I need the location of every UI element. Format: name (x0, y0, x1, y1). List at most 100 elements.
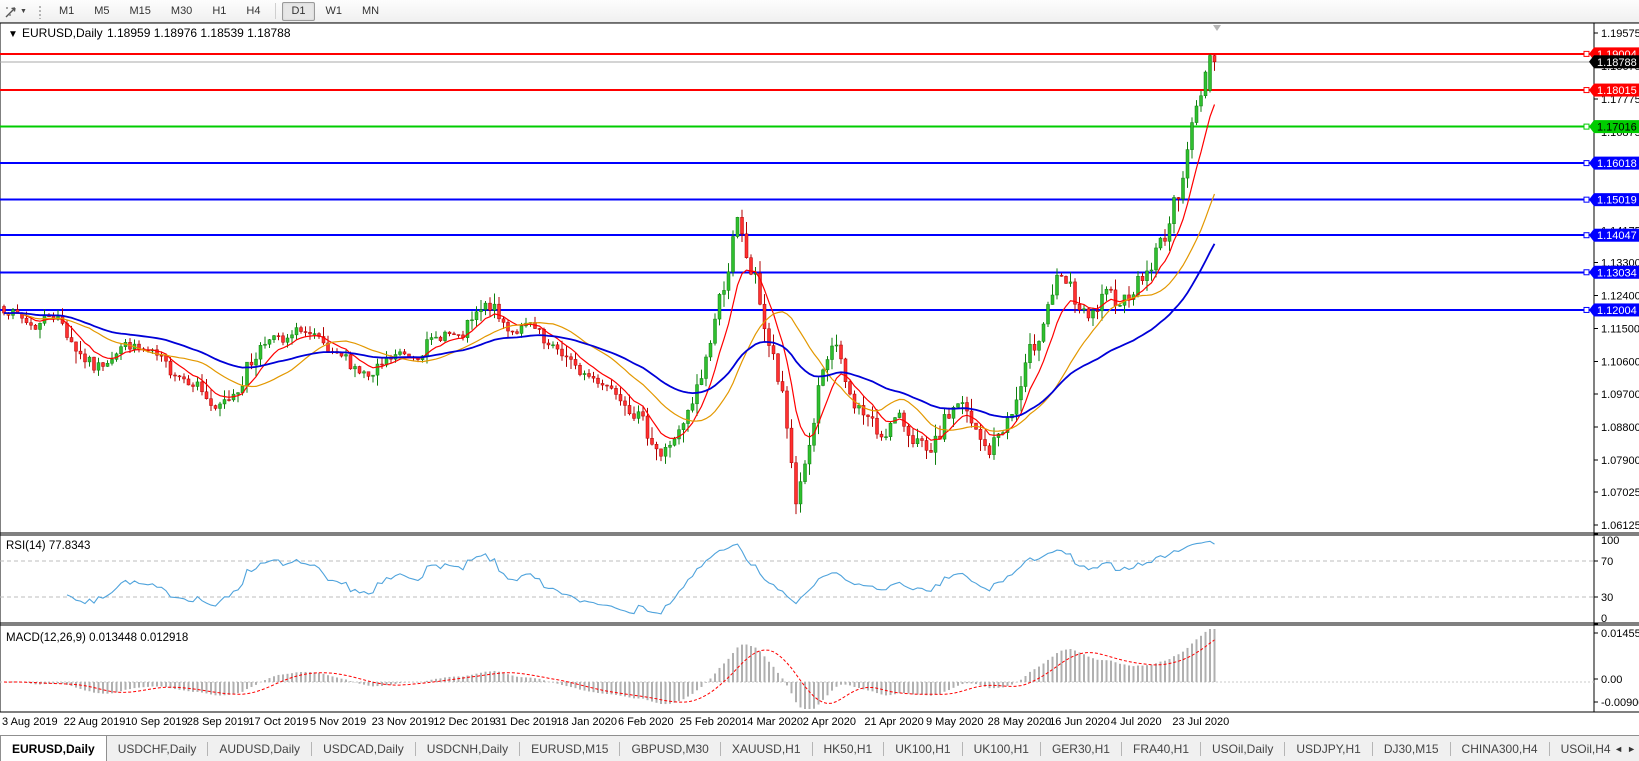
time-axis[interactable]: 3 Aug 201922 Aug 201910 Sep 201928 Sep 2… (0, 713, 1639, 734)
candle (237, 392, 240, 402)
chart-tab-ger30-h1[interactable]: GER30,H1 (1041, 736, 1121, 761)
candle (556, 342, 559, 355)
candle (300, 326, 303, 334)
level-price-tag[interactable]: 1.16018 (1589, 157, 1639, 171)
chart-tab-xauusd-h1[interactable]: XAUUSD,H1 (721, 736, 812, 761)
candle (592, 372, 595, 383)
chart-tab-usdchf-daily[interactable]: USDCHF,Daily (107, 736, 208, 761)
level-handle[interactable] (1584, 233, 1589, 238)
chart-tab-uk100-h1[interactable]: UK100,H1 (884, 736, 961, 761)
price-tags: 1.190041.180151.170161.160181.150191.140… (1589, 47, 1639, 317)
level-price-tag[interactable]: 1.17016 (1589, 120, 1639, 134)
level-handle[interactable] (1584, 197, 1589, 202)
chart-tab-usdjpy-h1[interactable]: USDJPY,H1 (1285, 736, 1371, 761)
date-label: 21 Apr 2020 (864, 716, 923, 728)
chart-tab-uk100-h1[interactable]: UK100,H1 (963, 736, 1040, 761)
chart-tab-gbpusd-m30[interactable]: GBPUSD,M30 (620, 736, 719, 761)
candle (1074, 278, 1077, 313)
chart-tab-china300-h4[interactable]: CHINA300,H4 (1451, 736, 1549, 761)
tabs-scroll-left-icon[interactable]: ◄ (1614, 744, 1623, 754)
candle (1114, 279, 1117, 314)
chart-tab-usdcnh-daily[interactable]: USDCNH,Daily (416, 736, 519, 761)
chart-tab-eurusd-daily[interactable]: EURUSD,Daily (0, 735, 107, 761)
candle (210, 389, 213, 411)
candle (88, 356, 91, 367)
level-handle[interactable] (1584, 88, 1589, 93)
level-handle[interactable] (1584, 124, 1589, 129)
candle (1047, 302, 1050, 327)
candle (502, 316, 505, 329)
chart-tab-usoil-daily[interactable]: USOil,Daily (1201, 736, 1284, 761)
candle (759, 261, 762, 305)
level-price-tag[interactable]: 1.13034 (1589, 266, 1639, 280)
candle (925, 436, 928, 459)
level-price-tag[interactable]: 1.12004 (1589, 303, 1639, 317)
chart-tab-eurusd-m15[interactable]: EURUSD,M15 (520, 736, 619, 761)
candle (1038, 340, 1041, 361)
candle (79, 341, 82, 359)
date-label: 23 Nov 2019 (372, 716, 434, 728)
level-price-tag[interactable]: 1.18015 (1589, 84, 1639, 98)
candle (885, 429, 888, 441)
candle (102, 362, 105, 371)
chart-shift-marker-icon[interactable] (1213, 25, 1221, 31)
candle (457, 335, 460, 338)
rsi-tick-label: 100 (1601, 535, 1619, 547)
level-handle[interactable] (1584, 161, 1589, 166)
candle (1213, 55, 1216, 71)
collapse-chart-icon[interactable]: ▼ (8, 29, 18, 40)
candle (583, 371, 586, 381)
horizontal-level-lines[interactable] (0, 51, 1594, 312)
candle (741, 210, 744, 242)
candle (615, 385, 618, 399)
candle (295, 323, 298, 340)
candle (196, 377, 199, 391)
candle (984, 430, 987, 450)
candle (372, 375, 375, 382)
candle (106, 360, 109, 367)
level-handle[interactable] (1584, 270, 1589, 275)
candle (75, 341, 78, 363)
chart-tab-dj30-m15[interactable]: DJ30,M15 (1373, 736, 1450, 761)
chart-tab-fra40-h1[interactable]: FRA40,H1 (1122, 736, 1200, 761)
candle (268, 339, 271, 348)
candle (1060, 273, 1063, 277)
level-handle[interactable] (1584, 307, 1589, 312)
candle (498, 297, 501, 322)
level-price-tag[interactable]: 1.15019 (1589, 193, 1639, 207)
current-price-tag[interactable]: 1.18788 (1589, 55, 1639, 68)
date-label: 28 May 2020 (988, 716, 1052, 728)
candle (700, 370, 703, 385)
price-axis[interactable]: 1.195751.186751.177751.168751.159751.150… (1594, 28, 1639, 532)
candle (601, 380, 604, 391)
candle (354, 364, 357, 377)
candle (358, 366, 361, 375)
axis-tick-label: 1.10600 (1601, 356, 1639, 368)
candle (930, 443, 933, 453)
candle (727, 263, 730, 299)
level-price-tag[interactable]: 1.14047 (1589, 229, 1639, 243)
rsi-panel: 10070300 (0, 534, 1619, 625)
date-label: 28 Sep 2019 (187, 716, 249, 728)
candle (732, 230, 735, 276)
candle (552, 341, 555, 348)
axis-tick-label: 1.07025 (1601, 487, 1639, 499)
chart-tab-audusd-daily[interactable]: AUDUSD,Daily (208, 736, 311, 761)
candle (435, 331, 438, 338)
tabs-scroll-right-icon[interactable]: ► (1627, 744, 1636, 754)
date-label: 12 Dec 2019 (433, 716, 495, 728)
chart-tab-usdcad-daily[interactable]: USDCAD,Daily (312, 736, 415, 761)
rsi-label: RSI(14) 77.8343 (6, 540, 90, 552)
candle (1128, 286, 1131, 308)
candle (331, 348, 334, 355)
candle (187, 375, 190, 385)
level-handle[interactable] (1584, 51, 1589, 56)
candle (871, 406, 874, 427)
mt4-window: ▼ M1M5M15M30H1H4D1W1MN 1.195751.186751.1… (0, 0, 1639, 761)
date-label: 2 Apr 2020 (803, 716, 856, 728)
candle (259, 342, 262, 365)
chart-tab-hk50-h1[interactable]: HK50,H1 (813, 736, 884, 761)
ma-line-slow (4, 244, 1215, 417)
candle (174, 372, 177, 381)
candle (907, 423, 910, 447)
